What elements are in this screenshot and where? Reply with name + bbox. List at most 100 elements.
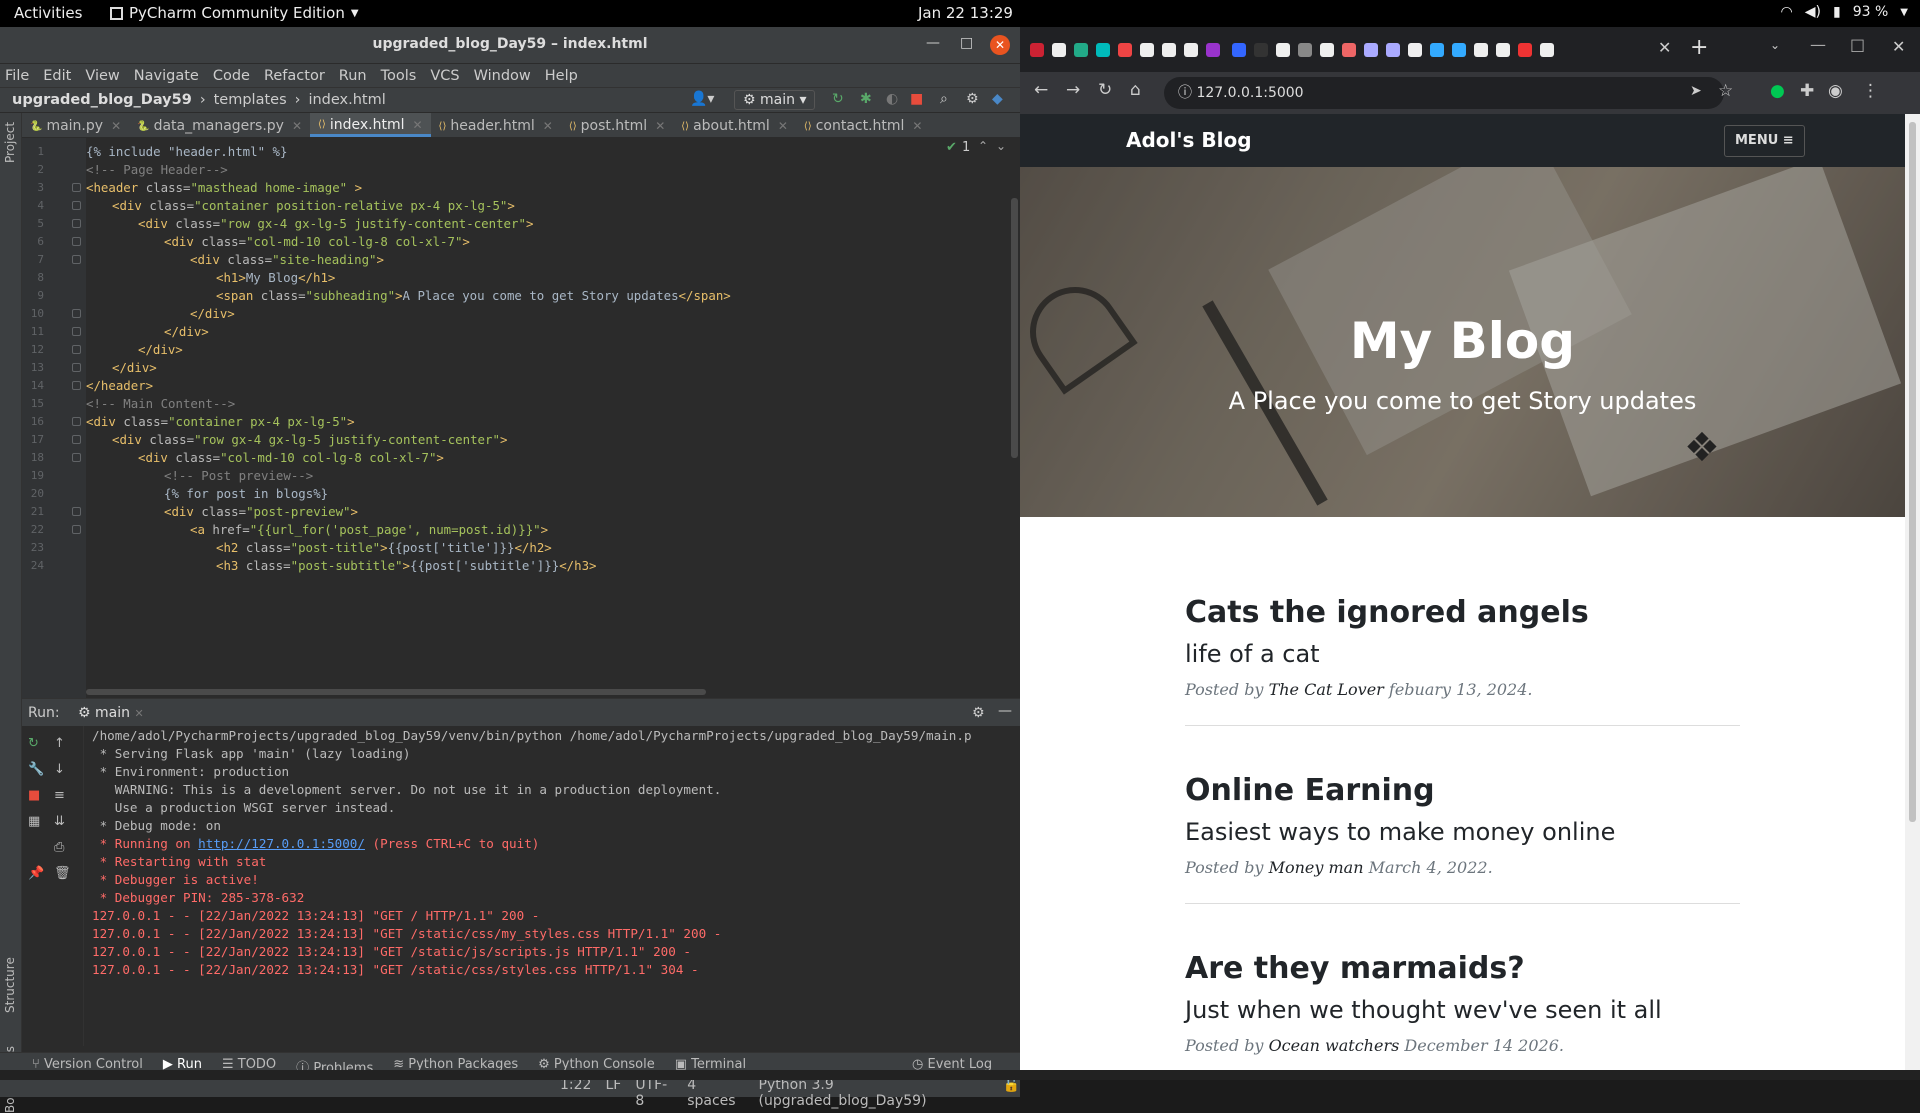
debug-icon[interactable]: ✱ — [860, 91, 872, 107]
menu-toggle-button[interactable]: MENU ≡ — [1724, 125, 1805, 157]
tab-favicon-icon[interactable] — [1162, 43, 1176, 57]
trash-icon[interactable]: 🗑 — [54, 866, 71, 881]
tab-favicon-icon[interactable] — [1430, 43, 1444, 57]
new-tab-button[interactable]: + — [1690, 35, 1708, 60]
gear-icon[interactable]: ⚙ — [972, 705, 985, 721]
editor-horizontal-scrollbar[interactable] — [86, 689, 706, 695]
tab-favicon-icon[interactable] — [1540, 43, 1554, 57]
post-author[interactable]: The Cat Lover — [1269, 680, 1384, 699]
menu-item-vcs[interactable]: VCS — [430, 68, 459, 84]
tab-favicon-icon[interactable] — [1254, 43, 1268, 57]
editor-tab[interactable]: 🐍 main.py ✕ — [22, 113, 129, 137]
menu-item-refactor[interactable]: Refactor — [264, 68, 325, 84]
fold-marker[interactable] — [72, 453, 81, 462]
menu-item-run[interactable]: Run — [339, 68, 367, 84]
maximize-button[interactable]: □ — [960, 35, 973, 51]
fold-marker[interactable] — [72, 345, 81, 354]
page-scrollbar[interactable] — [1905, 114, 1920, 1070]
post-title[interactable]: Cats the ignored angels — [1185, 595, 1740, 630]
extensions-puzzle-icon[interactable]: ✚ — [1800, 81, 1814, 101]
arrow-down-icon[interactable]: ↓ — [54, 762, 65, 777]
print-icon[interactable]: ⎙ — [54, 840, 64, 855]
fold-marker[interactable] — [72, 237, 81, 246]
fold-marker[interactable] — [72, 309, 81, 318]
close-icon[interactable]: ✕ — [912, 119, 922, 133]
fold-marker[interactable] — [72, 507, 81, 516]
inspection-ok-icon[interactable]: ✔ — [946, 140, 957, 155]
menu-item-view[interactable]: View — [85, 68, 119, 84]
menu-item-file[interactable]: File — [5, 68, 29, 84]
tab-favicon-icon[interactable] — [1184, 43, 1198, 57]
minimize-button[interactable]: — — [1810, 35, 1826, 54]
hide-panel-icon[interactable]: — — [998, 703, 1012, 719]
bookmark-star-icon[interactable]: ☆ — [1718, 81, 1733, 101]
fold-marker[interactable] — [72, 201, 81, 210]
coverage-icon[interactable]: ◐ — [886, 91, 898, 107]
menu-item-edit[interactable]: Edit — [43, 68, 71, 84]
tab-favicon-icon[interactable] — [1408, 43, 1422, 57]
close-icon[interactable]: ✕ — [778, 119, 788, 133]
lock-icon[interactable]: 🔓 — [1003, 1077, 1020, 1109]
wrench-icon[interactable]: 🔧 — [28, 762, 44, 777]
close-icon[interactable]: ✕ — [543, 119, 553, 133]
tab-favicon-icon[interactable] — [1074, 43, 1088, 57]
scrollbar-thumb[interactable] — [1909, 122, 1916, 822]
maximize-button[interactable]: □ — [1850, 35, 1865, 54]
close-button[interactable]: ✕ — [1892, 37, 1905, 56]
user-icon[interactable]: 👤▾ — [690, 91, 714, 107]
structure-tool-button[interactable]: Structure — [3, 957, 17, 1013]
clock[interactable]: Jan 22 13:29 — [918, 4, 1013, 22]
close-icon[interactable]: ✕ — [412, 118, 422, 132]
tab-favicon-icon[interactable] — [1206, 43, 1220, 57]
pin-icon[interactable]: 📌 — [28, 866, 44, 881]
blog-brand[interactable]: Adol's Blog — [1126, 128, 1252, 152]
editor-tab[interactable]: ⟨⟩ header.html ✕ — [431, 113, 561, 137]
minimize-button[interactable]: — — [926, 35, 940, 51]
fold-marker[interactable] — [72, 435, 81, 444]
extension-icon[interactable]: ● — [1770, 81, 1785, 101]
stop-icon[interactable]: ■ — [910, 91, 923, 107]
fold-marker[interactable] — [72, 525, 81, 534]
tab-favicon-icon[interactable] — [1118, 43, 1132, 57]
tab-favicon-icon[interactable] — [1298, 43, 1312, 57]
post-subtitle[interactable]: Just when we thought wev've seen it all — [1185, 996, 1740, 1024]
code-editor[interactable]: {% include "header.html" %} <!-- Page Hea… — [86, 138, 1006, 698]
indent-setting[interactable]: 4 spaces — [687, 1077, 744, 1109]
post-title[interactable]: Online Earning — [1185, 773, 1740, 808]
chevron-up-icon[interactable]: ⌃ — [978, 139, 988, 153]
tab-favicon-icon[interactable] — [1518, 43, 1532, 57]
fold-marker[interactable] — [72, 219, 81, 228]
editor-tab[interactable]: ⟨⟩ post.html ✕ — [561, 113, 673, 137]
fold-marker[interactable] — [72, 417, 81, 426]
arrow-up-icon[interactable]: ↑ — [54, 736, 65, 751]
chevron-down-icon[interactable]: ⌄ — [996, 139, 1006, 153]
tab-favicon-icon[interactable] — [1276, 43, 1290, 57]
scrollbar-thumb[interactable] — [1011, 198, 1018, 458]
editor-tab[interactable]: ⟨⟩ index.html ✕ — [310, 113, 431, 137]
project-tool-button[interactable]: Project — [3, 122, 17, 163]
tab-favicon-icon[interactable] — [1364, 43, 1378, 57]
send-icon[interactable]: ➤ — [1690, 83, 1702, 99]
breadcrumb-project[interactable]: upgraded_blog_Day59 — [12, 92, 192, 108]
tab-favicon-icon[interactable] — [1496, 43, 1510, 57]
app-menu[interactable]: PyCharm Community Edition ▼ — [110, 4, 359, 22]
menu-item-code[interactable]: Code — [213, 68, 250, 84]
tab-favicon-icon[interactable] — [1452, 43, 1466, 57]
gear-icon[interactable]: ⚙ — [966, 91, 979, 107]
tab-favicon-icon[interactable] — [1030, 43, 1044, 57]
back-icon[interactable]: ← — [1034, 80, 1048, 100]
run-console[interactable]: /home/adol/PycharmProjects/upgraded_blog… — [92, 726, 1010, 1046]
post-subtitle[interactable]: life of a cat — [1185, 640, 1740, 668]
tab-favicon-icon[interactable] — [1096, 43, 1110, 57]
search-icon[interactable]: ⌕ — [940, 91, 948, 107]
kebab-menu-icon[interactable]: ⋮ — [1862, 81, 1879, 101]
menu-item-help[interactable]: Help — [545, 68, 578, 84]
caret-position[interactable]: 1:22 — [560, 1077, 591, 1109]
tab-favicon-icon[interactable] — [1320, 43, 1334, 57]
close-icon[interactable]: ✕ — [111, 119, 121, 133]
fold-marker[interactable] — [72, 363, 81, 372]
scroll-end-icon[interactable]: ⇊ — [54, 814, 65, 829]
address-bar[interactable]: ⓘ 127.0.0.1:5000 — [1164, 77, 1724, 109]
close-button[interactable]: ✕ — [990, 35, 1010, 55]
tab-favicon-icon[interactable] — [1342, 43, 1356, 57]
